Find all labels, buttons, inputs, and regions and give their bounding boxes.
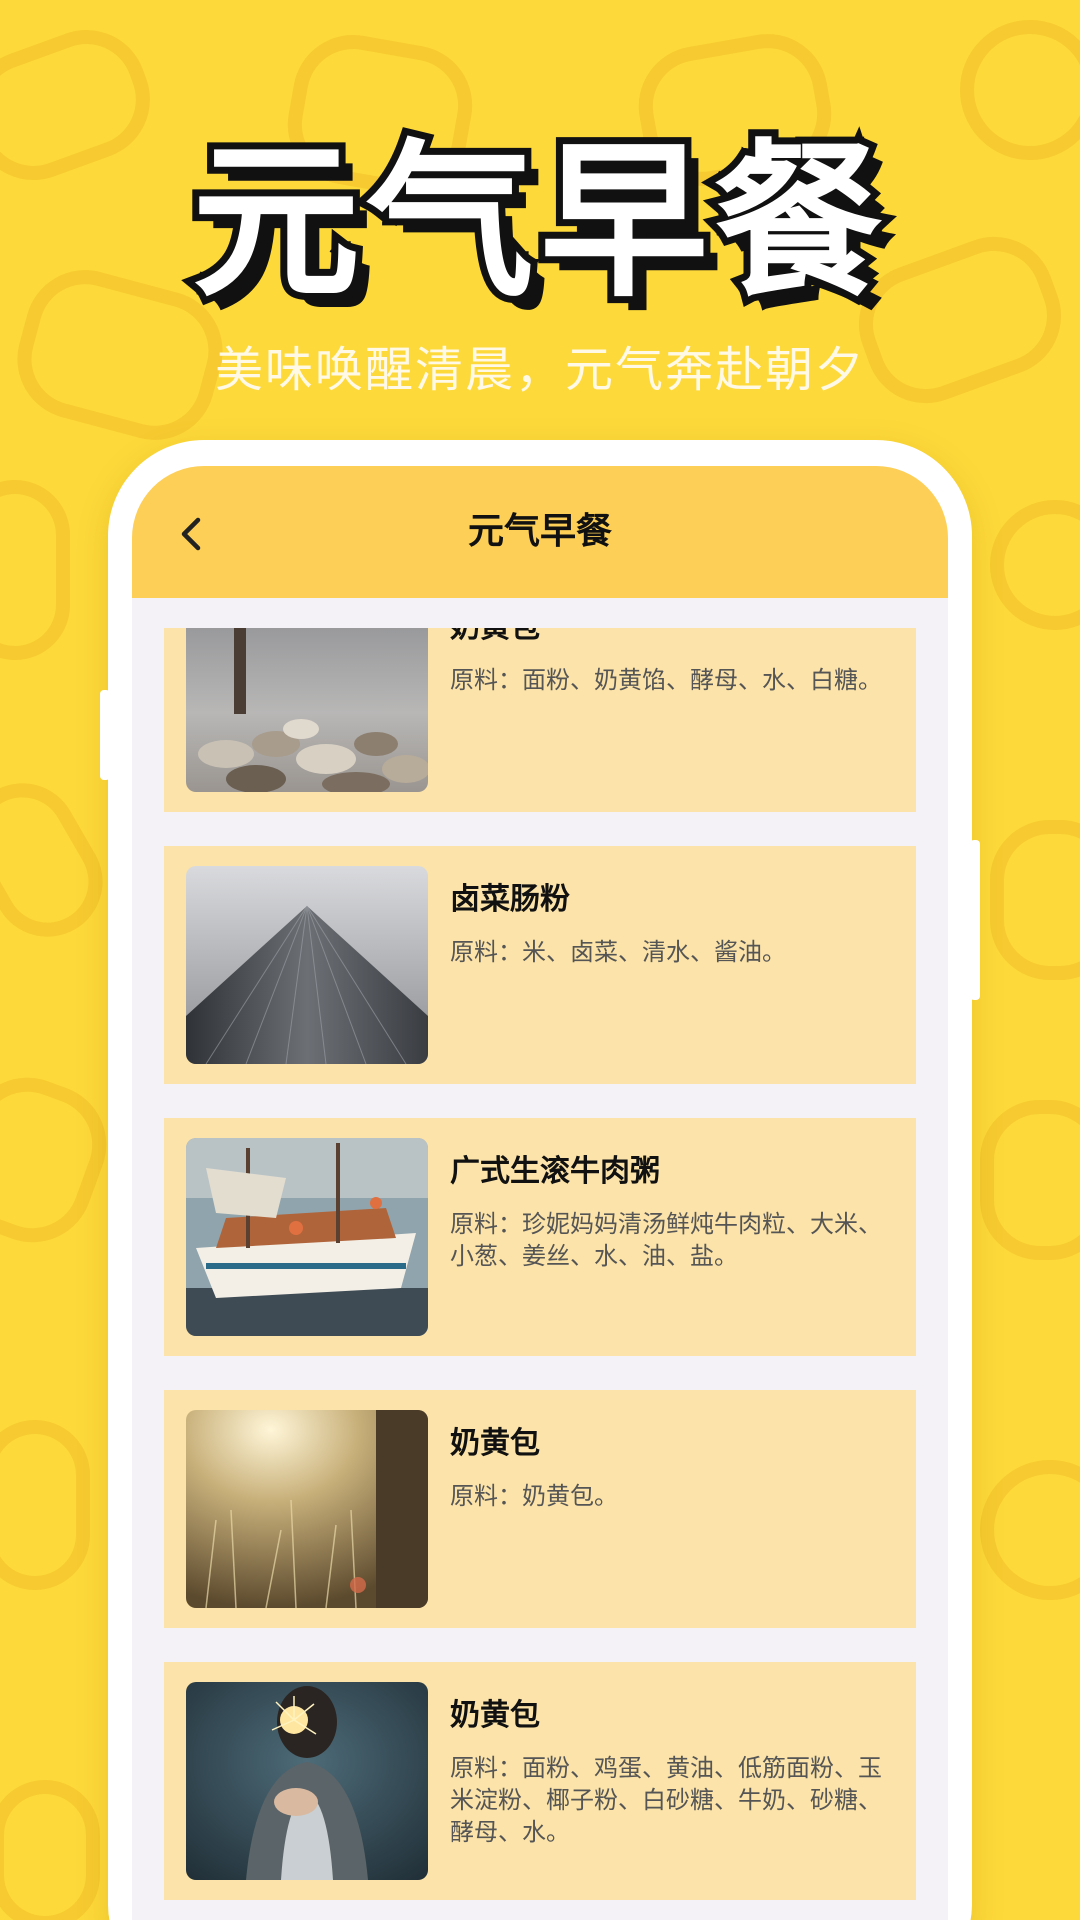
item-description: 原料：珍妮妈妈清汤鲜炖牛肉粒、大米、小葱、姜丝、水、油、盐。 — [450, 1210, 882, 1270]
hero-subtitle: 美味唤醒清晨，元气奔赴朝夕 — [214, 342, 865, 398]
bg-medal-doodle — [980, 1460, 1080, 1600]
item-description: 原料：面粉、奶黄馅、酵母、水、白糖。 — [450, 666, 882, 694]
phone-side-button — [100, 690, 110, 780]
item-title: 奶黄包 — [450, 628, 890, 646]
rocks-and-post-photo — [186, 628, 428, 792]
recipe-list-content: 奶黄包 原料：面粉、奶黄馅、酵母、水、白糖。 — [132, 628, 948, 1920]
phone-mockup: 元气早餐 原料：面粉、奶黄馅、酵母、水、白糖。 卤菜肠粉 原料：米、卤菜、清水、… — [100, 440, 980, 1920]
item-title: 卤菜肠粉 — [450, 882, 570, 917]
list-item[interactable]: 奶黄包 原料：面粉、鸡蛋、黄油、低筋面粉、玉米淀粉、椰子粉、白砂糖、牛奶、砂糖、… — [164, 1662, 916, 1900]
list-item[interactable]: 奶黄包 原料：奶黄包。 — [164, 1390, 916, 1628]
item-description: 原料：奶黄包。 — [450, 1482, 618, 1510]
hero-title: 元气早餐 — [185, 124, 889, 320]
list-item[interactable]: 卤菜肠粉 原料：米、卤菜、清水、酱油。 — [164, 846, 916, 1084]
bg-card-doodle — [0, 1420, 90, 1590]
sunlit-field-photo — [186, 1410, 428, 1608]
recipe-list[interactable]: 奶黄包 原料：面粉、奶黄馅、酵母、水、白糖。 — [132, 628, 948, 1920]
sparkler-photo — [186, 1682, 428, 1880]
bg-card-doodle — [0, 480, 70, 660]
skyscraper-photo — [186, 866, 428, 1064]
app-screen: 元气早餐 原料：面粉、奶黄馅、酵母、水、白糖。 卤菜肠粉 原料：米、卤菜、清水、… — [132, 466, 948, 1920]
bg-medal-doodle — [990, 500, 1080, 630]
sailboat-photo — [186, 1138, 428, 1336]
phone-side-button — [970, 840, 980, 1000]
item-title: 奶黄包 — [450, 1698, 540, 1733]
item-description: 原料：面粉、鸡蛋、黄油、低筋面粉、玉米淀粉、椰子粉、白砂糖、牛奶、砂糖、酵母、水… — [450, 1754, 882, 1846]
back-button[interactable] — [172, 514, 212, 554]
bg-gamepad-doodle — [990, 820, 1080, 980]
list-item[interactable]: 奶黄包 原料：面粉、奶黄馅、酵母、水、白糖。 — [164, 628, 916, 812]
app-header: 元气早餐 — [132, 466, 948, 598]
item-description: 原料：米、卤菜、清水、酱油。 — [450, 938, 786, 966]
item-title: 奶黄包 — [450, 1426, 540, 1461]
bg-gamepad-doodle — [0, 1780, 100, 1920]
item-title: 广式生滚牛肉粥 — [450, 1154, 660, 1189]
header-title: 元气早餐 — [467, 511, 612, 552]
bg-gamepad-doodle — [0, 1060, 124, 1260]
chevron-left-icon — [181, 517, 201, 551]
list-item[interactable]: 广式生滚牛肉粥 原料：珍妮妈妈清汤鲜炖牛肉粒、大米、小葱、姜丝、水、油、盐。 — [164, 1118, 916, 1356]
bg-gamepad-doodle — [980, 1100, 1080, 1260]
bg-mic-doodle — [0, 763, 123, 957]
